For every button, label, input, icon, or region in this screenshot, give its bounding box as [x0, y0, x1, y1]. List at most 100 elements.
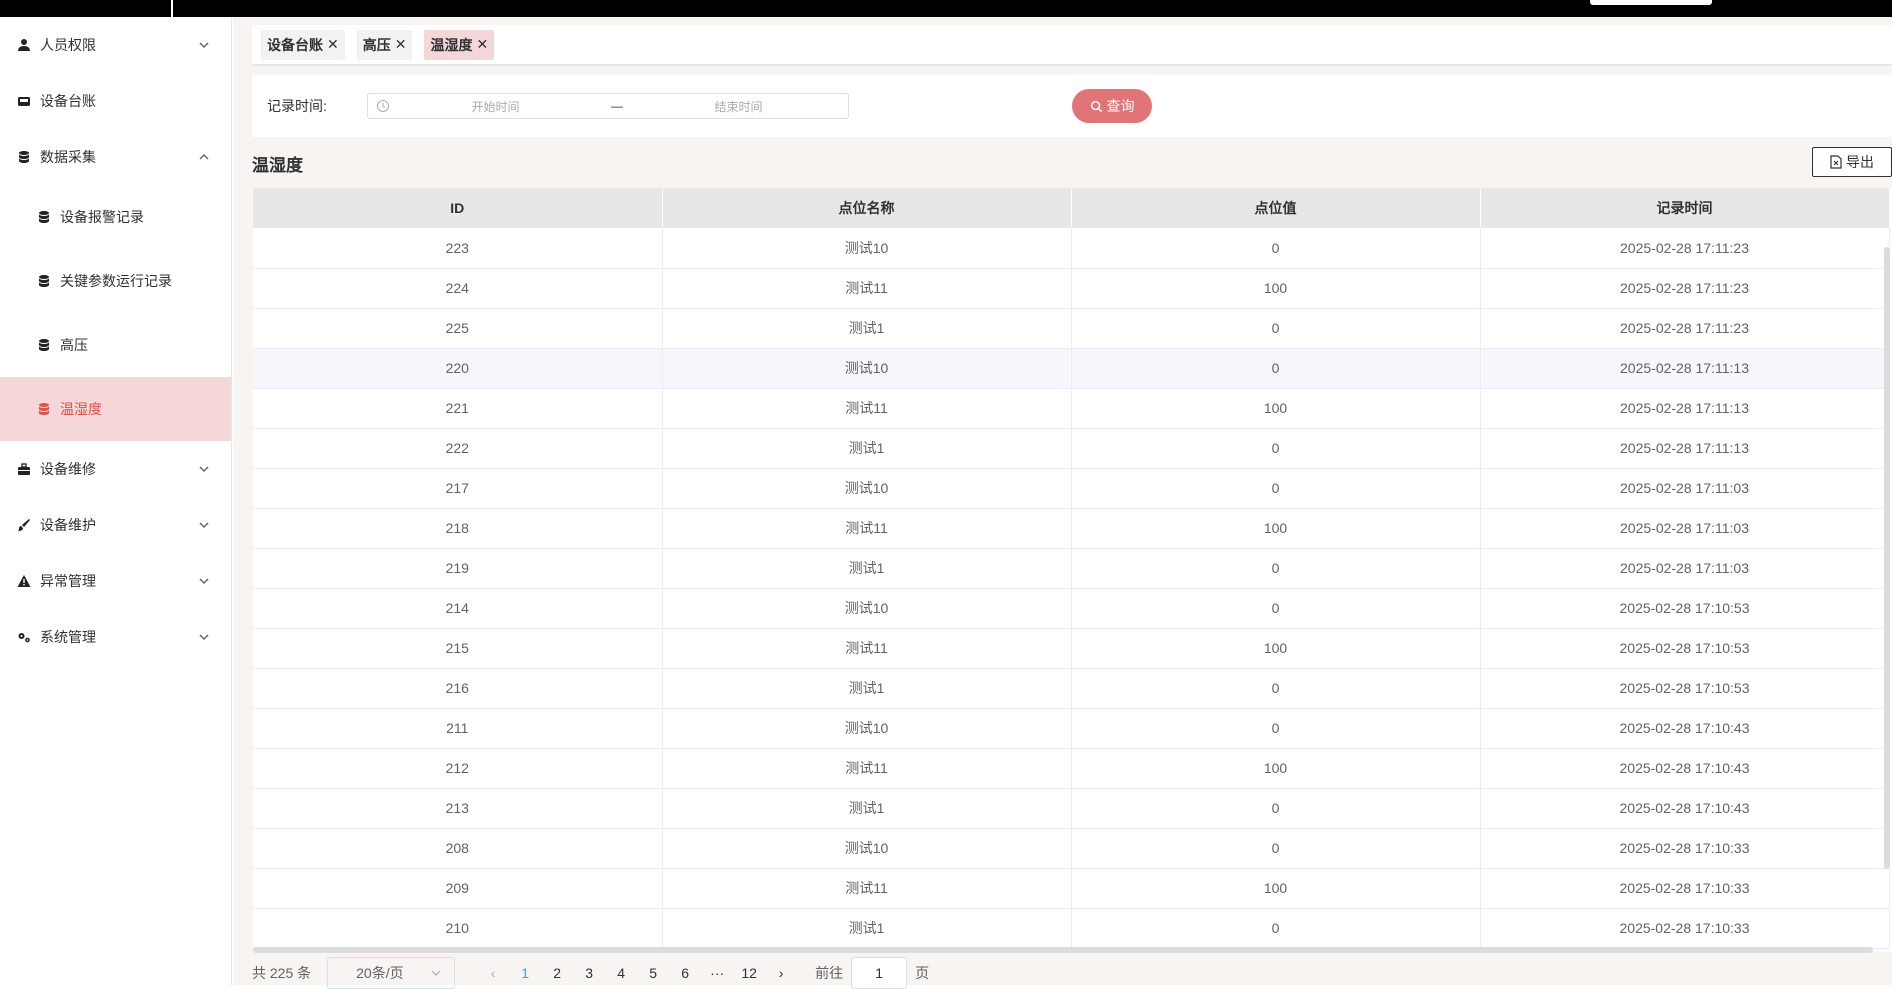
table-cell: 测试11: [662, 388, 1072, 429]
filter-bar: 记录时间: 开始时间 — 结束时间 查询: [252, 75, 1892, 137]
table-cell: 2025-02-28 17:11:23: [1480, 228, 1890, 269]
sidebar-subitem-temp-humidity[interactable]: 温湿度: [0, 377, 231, 441]
table-cell: 测试11: [662, 268, 1072, 309]
export-button[interactable]: 导出: [1812, 147, 1892, 177]
close-icon[interactable]: ✕: [476, 36, 488, 53]
range-separator: —: [611, 99, 623, 113]
end-time-input[interactable]: 结束时间: [637, 98, 840, 115]
table-row[interactable]: 223 测试10 0 2025-02-28 17:11:23: [253, 228, 1890, 269]
sidebar-item-equipment-ledger[interactable]: 设备台账: [0, 73, 231, 129]
table-row[interactable]: 214 测试10 0 2025-02-28 17:10:53: [253, 588, 1890, 629]
top-bar-button[interactable]: [1590, 0, 1712, 5]
sidebar-item-equipment-repair[interactable]: 设备维修: [0, 441, 231, 497]
sidebar-subitem-alarm-records[interactable]: 设备报警记录: [0, 185, 231, 249]
table-row[interactable]: 224 测试11 100 2025-02-28 17:11:23: [253, 268, 1890, 309]
vertical-scrollbar[interactable]: [1884, 247, 1890, 869]
data-table: ID 点位名称 点位值 记录时间 223 测试10 0 2025-02-28 17:1…: [253, 188, 1892, 952]
goto-page-input[interactable]: [851, 957, 908, 989]
table-row[interactable]: 225 测试1 0 2025-02-28 17:11:23: [253, 308, 1890, 349]
table-row[interactable]: 211 测试10 0 2025-02-28 17:10:43: [253, 708, 1890, 749]
table-row[interactable]: 219 测试1 0 2025-02-28 17:11:03: [253, 548, 1890, 589]
table-cell: 2025-02-28 17:11:03: [1480, 548, 1890, 589]
tab-label: 高压: [362, 36, 391, 53]
table-row[interactable]: 221 测试11 100 2025-02-28 17:11:13: [253, 388, 1890, 429]
query-button[interactable]: 查询: [1072, 89, 1152, 123]
prev-page-button[interactable]: ‹: [477, 965, 509, 981]
table-cell: 2025-02-28 17:10:53: [1480, 588, 1890, 629]
search-icon: [1090, 100, 1102, 112]
column-header-point-value[interactable]: 点位值: [1071, 188, 1481, 228]
table-cell: 212: [253, 748, 663, 789]
page-number[interactable]: 1: [509, 965, 541, 981]
table-cell: 测试10: [662, 588, 1072, 629]
chevron-down-icon: [199, 522, 209, 528]
sidebar-subitem-high-voltage[interactable]: 高压: [0, 313, 231, 377]
chevron-up-icon: [199, 154, 209, 160]
table-cell: 2025-02-28 17:11:03: [1480, 508, 1890, 549]
sidebar-subitem-label: 温湿度: [60, 401, 102, 417]
page-size-select[interactable]: 20条/页: [327, 957, 456, 989]
tab-temp-humidity[interactable]: 温湿度 ✕: [424, 29, 495, 60]
table-cell: 208: [253, 828, 663, 869]
page-number[interactable]: 5: [637, 965, 669, 981]
page-number[interactable]: 6: [669, 965, 701, 981]
table-cell: 0: [1071, 588, 1481, 629]
date-range-picker[interactable]: 开始时间 — 结束时间: [367, 93, 849, 119]
sidebar-item-exception-management[interactable]: 异常管理: [0, 553, 231, 609]
table-cell: 2025-02-28 17:11:13: [1480, 388, 1890, 429]
table-row[interactable]: 210 测试1 0 2025-02-28 17:10:33: [253, 908, 1890, 949]
table-cell: 100: [1071, 508, 1481, 549]
sidebar-item-system-management[interactable]: 系统管理: [0, 609, 231, 665]
table-row[interactable]: 215 测试11 100 2025-02-28 17:10:53: [253, 628, 1890, 669]
table-row[interactable]: 212 测试11 100 2025-02-28 17:10:43: [253, 748, 1890, 789]
section-title: 温湿度: [252, 156, 303, 175]
close-icon[interactable]: ✕: [327, 36, 339, 53]
column-header-id[interactable]: ID: [253, 188, 663, 228]
table-cell: 224: [253, 268, 663, 309]
table-cell: 2025-02-28 17:11:23: [1480, 268, 1890, 309]
column-header-record-time[interactable]: 记录时间: [1480, 188, 1890, 228]
sidebar-item-personnel[interactable]: 人员权限: [0, 17, 231, 73]
page-number[interactable]: 2: [541, 965, 573, 981]
query-button-label: 查询: [1106, 98, 1135, 114]
horizontal-scrollbar[interactable]: [253, 947, 1873, 953]
start-time-input[interactable]: 开始时间: [394, 98, 597, 115]
table-row[interactable]: 213 测试1 0 2025-02-28 17:10:43: [253, 788, 1890, 829]
chevron-down-icon: [199, 466, 209, 472]
close-icon[interactable]: ✕: [395, 36, 407, 53]
page-number[interactable]: 4: [605, 965, 637, 981]
table-row[interactable]: 209 测试11 100 2025-02-28 17:10:33: [253, 868, 1890, 909]
sidebar-item-data-collection[interactable]: 数据采集: [0, 129, 231, 185]
more-pages-ellipsis[interactable]: ···: [701, 965, 733, 981]
table-cell: 2025-02-28 17:11:03: [1480, 468, 1890, 509]
table-cell: 测试1: [662, 908, 1072, 949]
table-cell: 221: [253, 388, 663, 429]
inbox-icon: [16, 93, 32, 109]
table-row[interactable]: 220 测试10 0 2025-02-28 17:11:13: [253, 348, 1890, 389]
table-row[interactable]: 216 测试1 0 2025-02-28 17:10:53: [253, 668, 1890, 709]
database-icon: [36, 401, 52, 417]
column-header-point-name[interactable]: 点位名称: [662, 188, 1072, 228]
page-number[interactable]: 12: [733, 965, 765, 981]
table-row[interactable]: 218 测试11 100 2025-02-28 17:11:03: [253, 508, 1890, 549]
table-row[interactable]: 217 测试10 0 2025-02-28 17:11:03: [253, 468, 1890, 509]
table-row[interactable]: 208 测试10 0 2025-02-28 17:10:33: [253, 828, 1890, 869]
tab-high-voltage[interactable]: 高压 ✕: [356, 29, 413, 60]
tab-equipment-ledger[interactable]: 设备台账 ✕: [261, 29, 345, 60]
page-number[interactable]: 3: [573, 965, 605, 981]
warning-icon: [16, 573, 32, 589]
page-size-value: 20条/页: [356, 965, 404, 981]
sidebar-subitem-key-params[interactable]: 关键参数运行记录: [0, 249, 231, 313]
table-cell: 2025-02-28 17:10:33: [1480, 828, 1890, 869]
export-button-label: 导出: [1846, 154, 1874, 170]
sidebar-item-equipment-maintenance[interactable]: 设备维护: [0, 497, 231, 553]
table-cell: 2025-02-28 17:10:43: [1480, 708, 1890, 749]
table-cell: 219: [253, 548, 663, 589]
table-header-row: ID 点位名称 点位值 记录时间: [253, 188, 1890, 228]
main-content: 设备台账 ✕ 高压 ✕ 温湿度 ✕ 记录时间: 开始时间 — 结束时间 查询 温…: [233, 17, 1892, 989]
table-row[interactable]: 222 测试1 0 2025-02-28 17:11:13: [253, 428, 1890, 469]
next-page-button[interactable]: ›: [765, 965, 797, 981]
table-cell: 217: [253, 468, 663, 509]
tabs-bar: 设备台账 ✕ 高压 ✕ 温湿度 ✕: [252, 25, 1892, 66]
table-cell: 测试10: [662, 468, 1072, 509]
